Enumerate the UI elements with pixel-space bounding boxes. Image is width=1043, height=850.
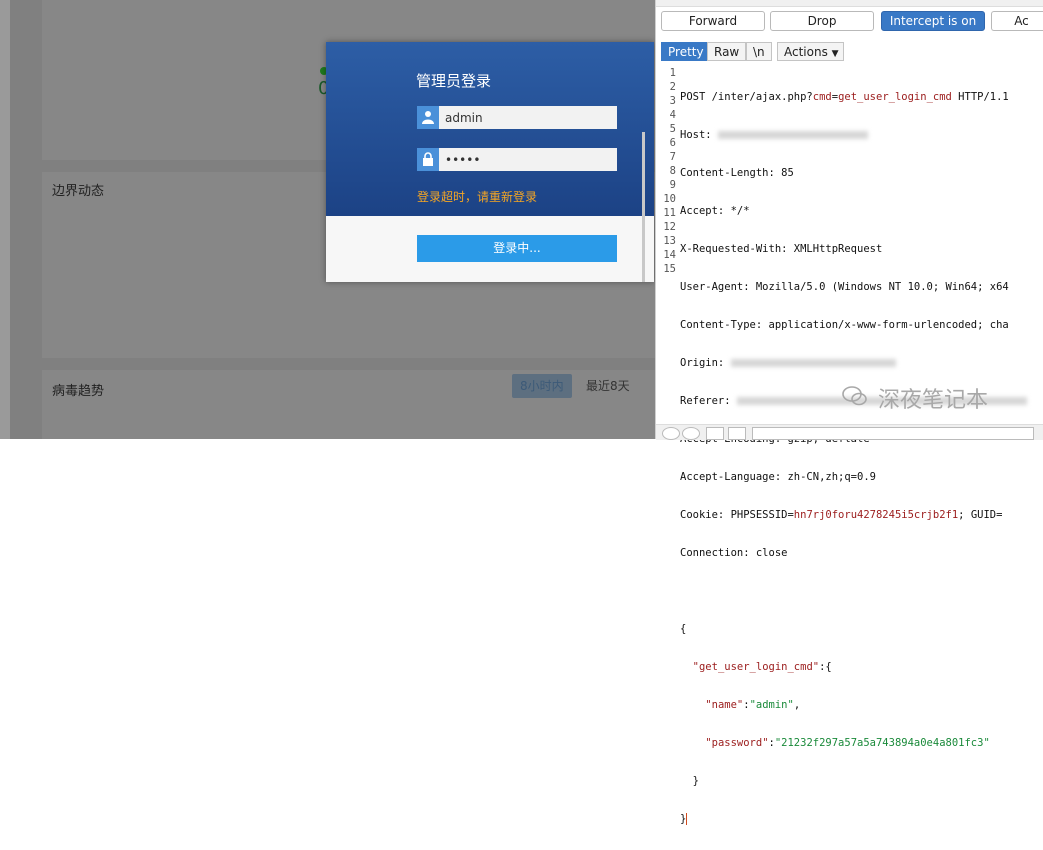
username-field[interactable] [417,106,621,129]
line-numbers: 1 2 3 4 5 6 7 8 9 10 11 12 13 14 15 [660,66,676,276]
line-number: 2 [669,81,676,93]
line-number: 12 [663,221,676,233]
line-number: 1 [669,67,676,79]
tab-raw[interactable]: Raw [707,42,747,61]
tab-newline[interactable]: \n [746,42,772,61]
request-editor[interactable]: 1 2 3 4 5 6 7 8 9 10 11 12 13 14 15 POST… [660,66,1043,825]
header-content-type: Content-Type: application/x-www-form-url… [680,319,1009,331]
header-user-agent: User-Agent: Mozilla/5.0 (Windows NT 10.0… [680,281,1009,293]
forward-button[interactable]: Forward [661,11,765,31]
line-number: 13 [663,235,676,247]
line-number: 9 [669,179,676,191]
burp-top-strip [656,0,1043,7]
login-modal: 管理员登录 登录超时，请重新登录 登录中... [326,42,654,282]
text-cursor [686,813,688,825]
help-icon[interactable] [662,427,680,440]
body-cmd-key: "get_user_login_cmd":{ [692,661,832,673]
burp-intercept-panel: Forward Drop Intercept is on Ac Pretty R… [655,0,1043,825]
login-timeout-message: 登录超时，请重新登录 [417,190,538,204]
actions-dropdown[interactable]: Actions ▼ [777,42,844,61]
header-accept-language: Accept-Language: zh-CN,zh;q=0.9 [680,471,876,483]
request-line: POST /inter/ajax.php?cmd=get_user_login_… [680,91,1009,103]
line-number: 5 [669,123,676,135]
body-close: } [680,813,688,825]
header-content-length: Content-Length: 85 [680,167,794,179]
password-input[interactable] [439,148,621,171]
request-text: POST /inter/ajax.php?cmd=get_user_login_… [680,66,1043,850]
actions-label: Actions [784,45,828,59]
forward-icon[interactable] [728,427,746,440]
login-button[interactable]: 登录中... [417,235,617,262]
login-title: 管理员登录 [416,72,492,90]
user-icon [417,106,439,129]
header-cookie: Cookie: PHPSESSID=hn7rj0foru4278245i5crj… [680,509,1003,521]
settings-icon[interactable] [682,427,700,440]
body-name: "name":"admin", [705,699,801,711]
body-open: { [680,623,687,635]
username-input[interactable] [439,106,621,129]
redacted-origin [730,359,896,367]
web-app-panel: 健康 0 边界动态 病毒趋势 8小时内 最近8天 管理员登录 登录超时，请重新登… [0,0,655,439]
line-number: 8 [669,165,676,177]
chevron-down-icon: ▼ [831,49,839,59]
drop-button[interactable]: Drop [770,11,874,31]
header-origin: Origin: [680,356,1043,370]
border-activity-title: 边界动态 [52,184,105,199]
modal-scroll-edge [642,132,645,282]
line-number: 11 [663,207,676,219]
tab-last-8-days[interactable]: 最近8天 [578,374,638,398]
header-host: Host: [680,128,1043,142]
wechat-icon [842,386,867,406]
line-number: 4 [669,109,676,121]
line-number: 6 [669,137,676,149]
lock-icon [417,148,439,171]
line-number: 3 [669,95,676,107]
back-icon[interactable] [706,427,724,440]
header-x-requested-with: X-Requested-With: XMLHttpRequest [680,243,883,255]
editor-bottom-bar [656,424,1043,440]
body-inner-close: } [692,775,699,787]
virus-trend-title: 病毒趋势 [52,384,105,399]
app-sidebar [0,0,10,439]
intercept-toggle-button[interactable]: Intercept is on [881,11,985,31]
header-accept: Accept: */* [680,205,750,217]
line-number: 10 [663,193,676,205]
search-input[interactable] [752,427,1034,440]
tab-8-hours[interactable]: 8小时内 [512,374,572,398]
action-button[interactable]: Ac [991,11,1043,31]
body-password: "password":"21232f297a57a5a743894a0e4a80… [705,737,990,749]
password-field[interactable] [417,148,621,171]
redacted-host [717,131,868,139]
line-number: 15 [663,263,676,275]
header-connection: Connection: close [680,547,788,559]
tab-pretty[interactable]: Pretty [661,42,711,61]
line-number: 14 [663,249,676,261]
line-number: 7 [669,151,676,163]
watermark-text: 深夜笔记本 [878,388,989,413]
